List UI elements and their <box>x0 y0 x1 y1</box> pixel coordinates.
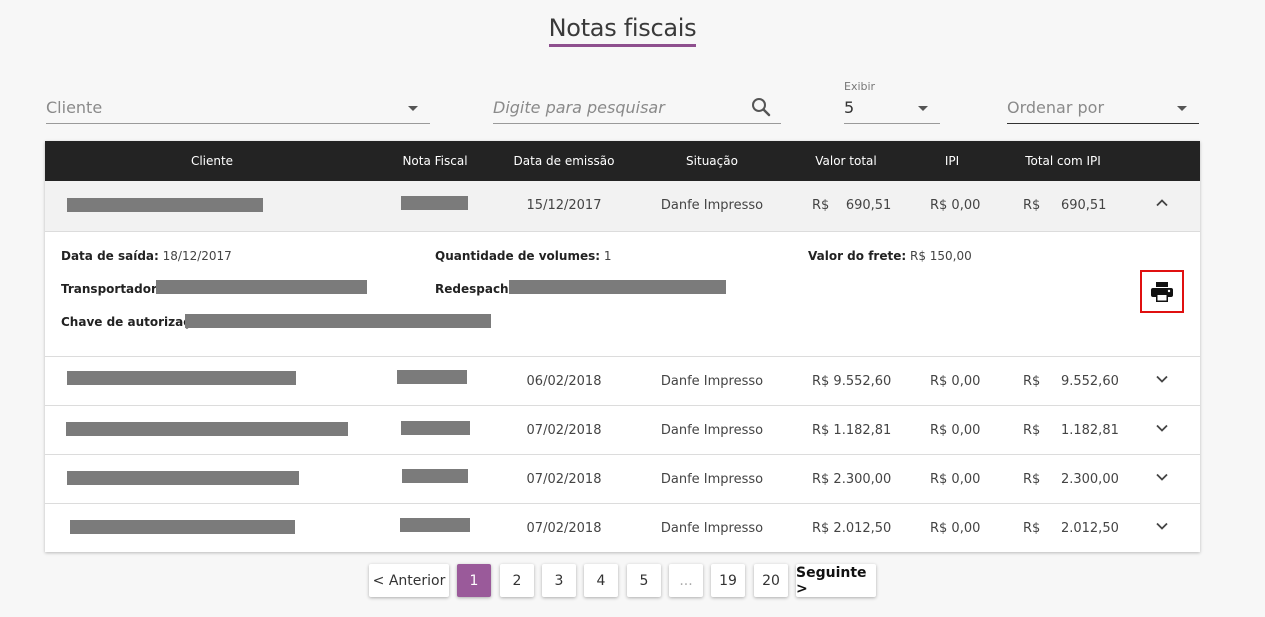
chevron-down-icon[interactable] <box>1156 373 1168 385</box>
next-page-button[interactable]: Seguinte > <box>796 564 876 597</box>
data-saida-label: Data de saída: <box>61 249 159 263</box>
pagination: < Anterior 1 2 3 4 5 ... 19 20 Seguinte … <box>0 564 1265 597</box>
page-button[interactable]: 1 <box>457 564 491 597</box>
page: Notas fiscais Cliente Digite para pesqui… <box>0 0 1265 617</box>
page-button[interactable]: 20 <box>754 564 788 597</box>
redacted-cliente <box>67 198 263 212</box>
frete-value: R$ 150,00 <box>909 249 972 263</box>
redacted-cliente <box>67 471 299 485</box>
table-row[interactable]: 06/02/2018 Danfe Impresso R$ 9.552,60 R$… <box>45 356 1200 405</box>
search-icon[interactable] <box>751 97 771 117</box>
dropdown-caret-icon <box>1177 106 1187 111</box>
exibir-select[interactable]: Exibir 5 <box>844 80 940 124</box>
page-button[interactable]: 3 <box>542 564 576 597</box>
search-placeholder: Digite para pesquisar <box>493 98 665 117</box>
header-total-com-ipi[interactable]: Total com IPI <box>1025 154 1101 168</box>
header-cliente[interactable]: Cliente <box>191 154 233 168</box>
cell-valor-total: R$ 9.552,60 <box>812 374 892 389</box>
cell-ipi: R$ 0,00 <box>930 198 981 213</box>
chevron-down-icon[interactable] <box>1156 422 1168 434</box>
redacted-transportadora <box>156 280 367 294</box>
redacted-nota-fiscal <box>397 370 467 384</box>
cell-data-emissao: 15/12/2017 <box>526 198 602 213</box>
table-row[interactable]: 15/12/2017 Danfe Impresso R$ 690,51 R$ 0… <box>45 181 1200 231</box>
cell-ipi: R$ 0,00 <box>930 374 981 389</box>
cell-total-com-ipi: R$ 2.012,50 <box>1023 521 1119 536</box>
redacted-nota-fiscal <box>402 469 468 483</box>
table-row[interactable]: 07/02/2018 Danfe Impresso R$ 2.300,00 R$… <box>45 454 1200 503</box>
redacted-nota-fiscal <box>401 196 468 210</box>
ordenar-placeholder: Ordenar por <box>1007 98 1105 117</box>
cell-valor-total: R$ 2.300,00 <box>812 472 892 487</box>
header-data-emissao[interactable]: Data de emissão <box>514 154 615 168</box>
exibir-label: Exibir <box>844 80 876 93</box>
dropdown-caret-icon <box>408 106 418 111</box>
cell-situacao: Danfe Impresso <box>660 374 764 389</box>
cell-situacao: Danfe Impresso <box>660 198 764 213</box>
data-saida: Data de saída: 18/12/2017 <box>61 249 232 263</box>
table-header: Cliente Nota Fiscal Data de emissão Situ… <box>45 141 1200 181</box>
table-row[interactable]: 07/02/2018 Danfe Impresso R$ 1.182,81 R$… <box>45 405 1200 454</box>
cell-data-emissao: 07/02/2018 <box>526 472 602 487</box>
transportadora-label: Transportadora: <box>61 282 170 296</box>
cell-valor-total: R$ 690,51 <box>812 198 892 213</box>
data-saida-value: 18/12/2017 <box>162 249 232 263</box>
cliente-placeholder: Cliente <box>46 98 103 117</box>
cell-data-emissao: 07/02/2018 <box>526 521 602 536</box>
chevron-up-icon[interactable] <box>1156 197 1168 209</box>
cell-ipi: R$ 0,00 <box>930 472 981 487</box>
dropdown-caret-icon <box>918 106 928 111</box>
redacted-cliente <box>66 422 348 436</box>
page-title-wrap: Notas fiscais <box>0 14 1245 47</box>
row-detail-panel: Data de saída: 18/12/2017 Quantidade de … <box>45 231 1200 356</box>
cell-total-com-ipi: R$ 690,51 <box>1023 198 1107 213</box>
redacted-nota-fiscal <box>400 518 470 532</box>
cell-data-emissao: 06/02/2018 <box>526 374 602 389</box>
valor-frete: Valor do frete: R$ 150,00 <box>808 249 972 263</box>
cell-situacao: Danfe Impresso <box>660 472 764 487</box>
header-nota-fiscal[interactable]: Nota Fiscal <box>402 154 467 168</box>
page-button[interactable]: 5 <box>627 564 661 597</box>
table-row[interactable]: 07/02/2018 Danfe Impresso R$ 2.012,50 R$… <box>45 503 1200 552</box>
cell-data-emissao: 07/02/2018 <box>526 423 602 438</box>
cell-situacao: Danfe Impresso <box>660 521 764 536</box>
chevron-down-icon[interactable] <box>1156 471 1168 483</box>
cliente-select[interactable]: Cliente <box>46 94 430 124</box>
quantidade-volumes: Quantidade de volumes: 1 <box>435 249 612 263</box>
cell-situacao: Danfe Impresso <box>660 423 764 438</box>
cell-ipi: R$ 0,00 <box>930 423 981 438</box>
cell-total-com-ipi: R$ 2.300,00 <box>1023 472 1119 487</box>
page-ellipsis: ... <box>669 564 703 597</box>
cell-ipi: R$ 0,00 <box>930 521 981 536</box>
page-button[interactable]: 4 <box>584 564 618 597</box>
frete-label: Valor do frete: <box>808 249 907 263</box>
quantidade-value: 1 <box>603 249 612 263</box>
transportadora: Transportadora: <box>61 282 170 296</box>
cell-valor-total: R$ 2.012,50 <box>812 521 892 536</box>
prev-page-button[interactable]: < Anterior <box>369 564 449 597</box>
page-button[interactable]: 19 <box>711 564 745 597</box>
quantidade-label: Quantidade de volumes: <box>435 249 601 263</box>
header-situacao[interactable]: Situação <box>686 154 738 168</box>
cell-total-com-ipi: R$ 9.552,60 <box>1023 374 1119 389</box>
ordenar-select[interactable]: Ordenar por <box>1007 94 1199 124</box>
redacted-cliente <box>70 520 295 534</box>
notas-table: Cliente Nota Fiscal Data de emissão Situ… <box>45 141 1200 552</box>
page-title: Notas fiscais <box>548 14 697 47</box>
redacted-cliente <box>67 371 296 385</box>
print-button[interactable] <box>1140 270 1184 313</box>
exibir-value: 5 <box>844 98 855 117</box>
redacted-nota-fiscal <box>401 421 470 435</box>
printer-icon <box>1151 281 1173 302</box>
header-ipi[interactable]: IPI <box>945 154 959 168</box>
redacted-redespacho <box>509 280 726 294</box>
header-valor-total[interactable]: Valor total <box>815 154 877 168</box>
cell-valor-total: R$ 1.182,81 <box>812 423 892 438</box>
search-input[interactable]: Digite para pesquisar <box>493 94 781 124</box>
redacted-chave <box>185 314 491 328</box>
page-button[interactable]: 2 <box>500 564 534 597</box>
cell-total-com-ipi: R$ 1.182,81 <box>1023 423 1119 438</box>
chevron-down-icon[interactable] <box>1156 520 1168 532</box>
